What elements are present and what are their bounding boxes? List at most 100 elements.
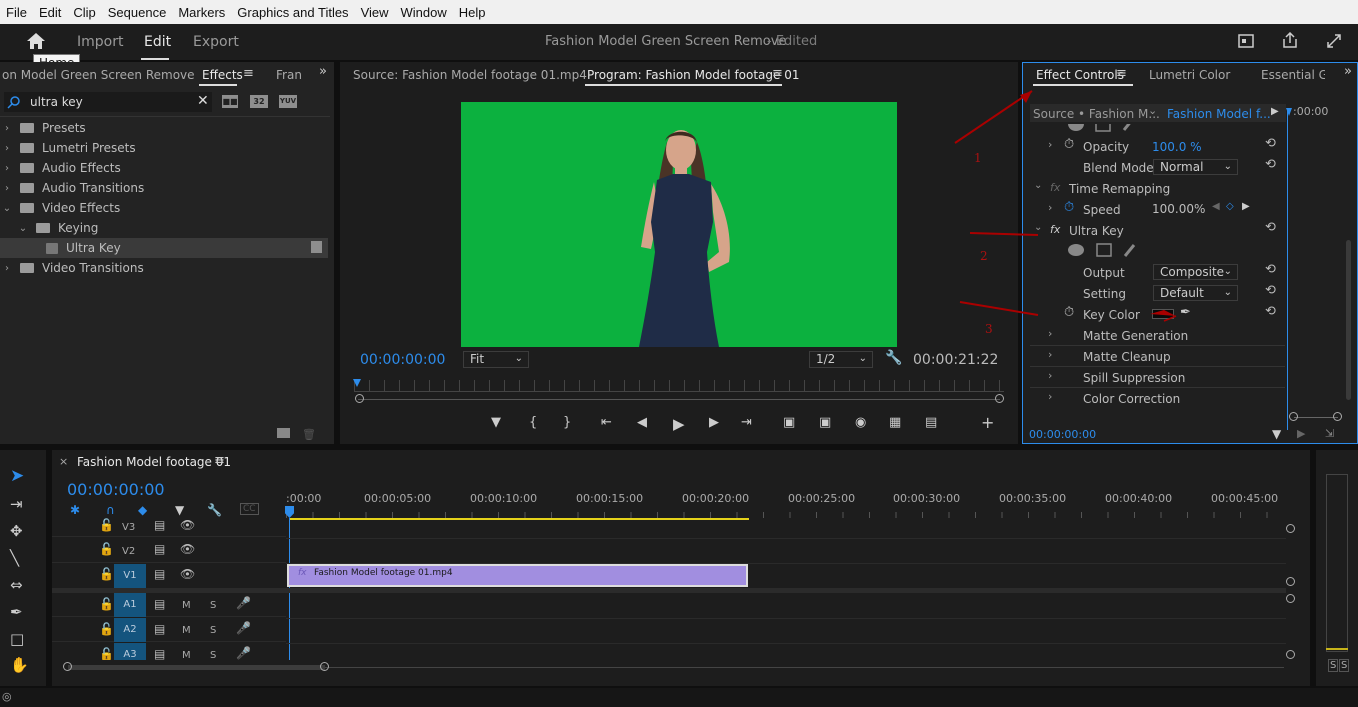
mute-button[interactable]: M xyxy=(182,600,191,611)
ripple-edit-tool-icon[interactable]: ✥ xyxy=(10,522,23,540)
filter-icon[interactable]: ▼ xyxy=(1272,427,1281,441)
ec-zoom-handle-right[interactable] xyxy=(1333,412,1342,421)
comparison-view-icon[interactable]: ▦ xyxy=(889,415,901,430)
tree-item-audio-transitions[interactable]: › Audio Transitions xyxy=(0,178,328,198)
ec-group-matte-cleanup[interactable]: › Matte Cleanup xyxy=(1030,346,1285,367)
close-sequence-icon[interactable]: × xyxy=(59,455,68,468)
sync-lock-icon[interactable]: ▤ xyxy=(154,622,165,636)
stopwatch-active-icon[interactable]: ⏱ xyxy=(1064,200,1074,215)
share-icon[interactable] xyxy=(1282,32,1298,48)
ec-zoom-bar[interactable] xyxy=(1294,417,1338,418)
chevron-right-icon[interactable]: › xyxy=(1048,201,1052,214)
ec-clip-label[interactable]: Fashion Model f... xyxy=(1167,107,1271,121)
captions-icon[interactable]: CC xyxy=(240,503,259,515)
new-bin-icon[interactable] xyxy=(277,428,290,438)
reset-opacity-icon[interactable]: ⟲ xyxy=(1265,136,1276,151)
play-audio-icon[interactable]: ▶ xyxy=(1297,427,1305,440)
monitor-menu-icon[interactable]: ≡ xyxy=(772,66,783,81)
scroll-handle-left[interactable] xyxy=(63,662,72,671)
lock-icon[interactable]: 🔓 xyxy=(99,542,114,556)
camera-icon[interactable]: ◉ xyxy=(855,415,866,430)
opacity-mask-tools-icon[interactable] xyxy=(1066,124,1138,132)
resolution-dropdown[interactable]: 1/2 ⌄ xyxy=(809,351,873,368)
slip-tool-icon[interactable]: ⇔ xyxy=(10,576,23,594)
sync-lock-icon[interactable]: ▤ xyxy=(154,567,165,581)
extract-icon[interactable]: ▣ xyxy=(819,415,831,430)
fx-badge-icon[interactable]: fx xyxy=(1050,181,1060,194)
eyedropper-icon[interactable]: ✒ xyxy=(1180,305,1191,320)
ec-source-label[interactable]: Source • Fashion M... xyxy=(1033,107,1160,121)
menu-window[interactable]: Window xyxy=(395,5,453,20)
reset-setting-icon[interactable]: ⟲ xyxy=(1265,283,1276,298)
eye-icon[interactable]: 👁 xyxy=(180,518,195,532)
sync-lock-icon[interactable]: ▤ xyxy=(154,647,165,660)
stopwatch-icon[interactable]: ⏱ xyxy=(1064,305,1074,320)
ec-zoom-handle-left[interactable] xyxy=(1289,412,1298,421)
output-dropdown[interactable]: Composite ⌄ xyxy=(1153,264,1238,280)
setting-dropdown[interactable]: Default ⌄ xyxy=(1153,285,1238,301)
v-scroll-handle-bottom[interactable] xyxy=(1286,577,1295,586)
step-forward-icon[interactable]: ▶ xyxy=(709,415,719,430)
rectangle-tool-icon[interactable]: □ xyxy=(10,630,24,648)
lift-icon[interactable]: ▣ xyxy=(783,415,795,430)
work-area-bar[interactable] xyxy=(289,518,749,520)
selection-tool-icon[interactable]: ➤ xyxy=(10,466,24,486)
sync-lock-icon[interactable]: ▤ xyxy=(154,518,165,532)
solo-button[interactable]: S xyxy=(210,650,216,660)
fit-dropdown[interactable]: Fit ⌄ xyxy=(463,351,529,368)
ec-menu-icon[interactable]: ≡ xyxy=(1116,66,1127,81)
ec-group-spill-suppression[interactable]: › Spill Suppression xyxy=(1030,367,1285,388)
workspaces-icon[interactable] xyxy=(1238,34,1254,48)
lock-icon[interactable]: 🔓 xyxy=(99,597,114,611)
next-keyframe-icon[interactable]: ▶ xyxy=(1242,201,1250,212)
microphone-icon[interactable]: 🎤 xyxy=(236,596,251,610)
menu-sequence[interactable]: Sequence xyxy=(102,5,173,20)
add-marker-icon[interactable]: ▼ xyxy=(491,415,501,430)
microphone-icon[interactable]: 🎤 xyxy=(236,621,251,635)
scroll-handle-right[interactable] xyxy=(320,662,329,671)
eye-icon[interactable]: 👁 xyxy=(180,567,195,581)
nav-import[interactable]: Import xyxy=(77,34,123,50)
tab-effect-controls[interactable]: Effect Controls xyxy=(1036,68,1124,82)
add-keyframe-icon[interactable]: ◇ xyxy=(1226,201,1234,212)
meter-solo-right[interactable]: S xyxy=(1339,659,1350,672)
prev-keyframe-icon[interactable]: ◀ xyxy=(1212,201,1220,212)
linked-selection-icon[interactable]: ◆ xyxy=(138,503,147,517)
ultra-key-mask-tools-icon[interactable] xyxy=(1066,242,1142,258)
panel-menu-icon[interactable]: ≡ xyxy=(243,66,254,81)
zoom-handle-right[interactable] xyxy=(995,394,1004,403)
tree-item-presets[interactable]: › Presets xyxy=(0,118,328,138)
solo-button[interactable]: S xyxy=(210,625,216,636)
sequence-menu-icon[interactable]: ≡ xyxy=(214,453,225,468)
more-tabs-icon[interactable]: » xyxy=(319,64,327,79)
pen-tool-icon[interactable]: ✒ xyxy=(10,603,23,621)
speed-value[interactable]: 100.00% xyxy=(1152,202,1205,216)
reset-ultra-key-icon[interactable]: ⟲ xyxy=(1265,220,1276,235)
reset-key-color-icon[interactable]: ⟲ xyxy=(1265,304,1276,319)
step-back-icon[interactable]: ◀ xyxy=(637,415,647,430)
monitor-playhead[interactable] xyxy=(353,379,361,387)
video-clip[interactable]: fx Fashion Model footage 01.mp4 xyxy=(287,564,748,587)
tab-frames[interactable]: Fran xyxy=(276,68,302,82)
sync-lock-icon[interactable]: ▤ xyxy=(154,542,165,556)
ec-group-color-correction[interactable]: › Color Correction xyxy=(1030,388,1285,409)
fx-toggle-icon[interactable]: fx xyxy=(1050,223,1060,236)
menu-clip[interactable]: Clip xyxy=(67,5,101,20)
solo-button[interactable]: S xyxy=(210,600,216,611)
export-frame-icon[interactable]: ⇲ xyxy=(1325,427,1334,440)
menu-file[interactable]: File xyxy=(0,5,33,20)
reset-output-icon[interactable]: ⟲ xyxy=(1265,262,1276,277)
lock-icon[interactable]: 🔓 xyxy=(99,622,114,636)
tree-item-ultra-key[interactable]: Ultra Key xyxy=(0,238,328,258)
microphone-icon[interactable]: 🎤 xyxy=(236,646,251,660)
menu-view[interactable]: View xyxy=(355,5,395,20)
lock-icon[interactable]: 🔓 xyxy=(99,518,114,532)
status-activity-icon[interactable]: ◎ xyxy=(2,690,12,703)
ec-group-matte-generation[interactable]: › Matte Generation xyxy=(1030,325,1285,346)
play-icon[interactable]: ▶ xyxy=(673,415,685,433)
go-to-out-icon[interactable]: ⇥ xyxy=(741,415,752,430)
a-scroll-handle-top[interactable] xyxy=(1286,594,1295,603)
yuv-effects-icon[interactable]: YUV xyxy=(279,95,297,108)
tab-effects[interactable]: Effects xyxy=(202,68,243,82)
meter-solo-left[interactable]: S xyxy=(1328,659,1339,672)
